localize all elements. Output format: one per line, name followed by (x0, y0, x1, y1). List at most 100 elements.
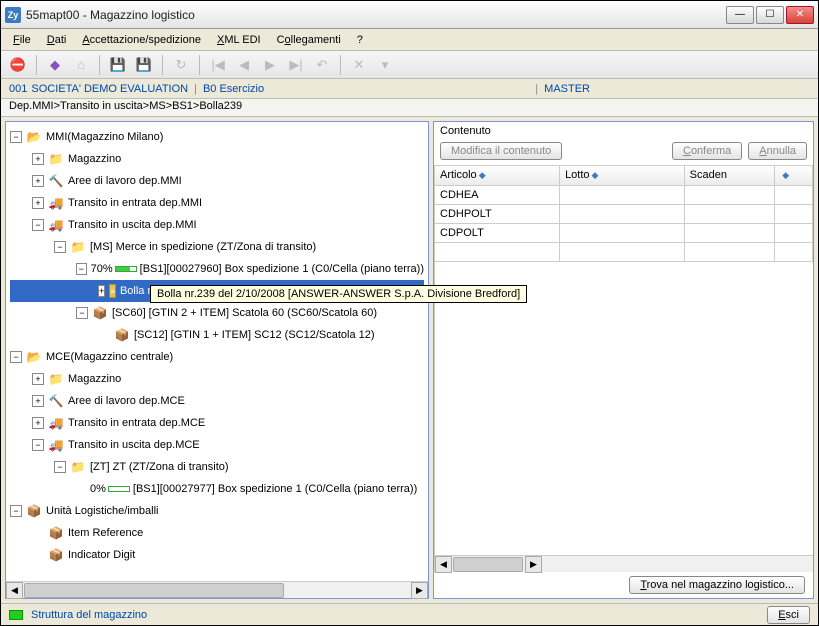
col-articolo[interactable]: Articolo◆ (435, 166, 560, 185)
col-scaden[interactable]: Scaden (684, 166, 775, 185)
content-grid[interactable]: Articolo◆ Lotto◆ Scaden ◆ CDHEA CDHPOLT … (434, 165, 813, 572)
window-title: 55mapt00 - Magazzino logistico (26, 8, 726, 22)
confirm-button[interactable]: Conferma (672, 142, 742, 160)
doc-icon: ≡ (109, 284, 116, 298)
scroll-left-icon[interactable]: ◀ (6, 582, 23, 599)
sort-icon: ◆ (592, 170, 599, 180)
minimize-button[interactable]: ― (726, 6, 754, 24)
status-icon (9, 610, 23, 620)
package-icon: 📦 (26, 503, 42, 519)
menu-accettazione[interactable]: Accettazione/spedizione (76, 32, 207, 48)
tool-icon-1[interactable]: ⌂ (70, 54, 92, 76)
scroll-thumb[interactable] (24, 583, 284, 598)
tree-node[interactable]: Indicator Digit (68, 549, 135, 561)
tree-toggle[interactable]: − (76, 263, 87, 275)
tree-toggle[interactable]: − (10, 351, 22, 363)
col-lotto[interactable]: Lotto◆ (560, 166, 685, 185)
tree-toggle[interactable]: + (32, 395, 44, 407)
tree-node[interactable]: Magazzino (68, 373, 121, 385)
table-row[interactable]: CDPOLT (435, 223, 813, 242)
tree-node[interactable]: Transito in uscita dep.MMI (68, 219, 197, 231)
next-icon[interactable]: ▶ (259, 54, 281, 76)
tree-node[interactable]: Transito in entrata dep.MCE (68, 417, 205, 429)
grid-hscroll[interactable]: ◀ ▶ (435, 555, 813, 572)
tree-toggle[interactable]: + (98, 285, 105, 297)
info-master: MASTER (544, 83, 590, 95)
save-icon[interactable]: 💾 (107, 54, 129, 76)
tree-toggle[interactable]: − (76, 307, 88, 319)
progress-badge: 0% (90, 483, 130, 495)
first-icon[interactable]: |◀ (207, 54, 229, 76)
scroll-right-icon[interactable]: ▶ (525, 556, 542, 573)
tree-node[interactable]: [BS1][00027960] Box spedizione 1 (C0/Cel… (140, 263, 424, 275)
close-button[interactable]: ✕ (786, 6, 814, 24)
toolbar: ⛔ ◆ ⌂ 💾 💾 ↻ |◀ ◀ ▶ ▶| ↶ ✕ ▾ (1, 51, 818, 79)
tree-node[interactable]: [SC12] [GTIN 1 + ITEM] SC12 (SC12/Scatol… (134, 329, 375, 341)
tree-node[interactable]: [SC60] [GTIN 2 + ITEM] Scatola 60 (SC60/… (112, 307, 377, 319)
tree-node[interactable]: Transito in entrata dep.MMI (68, 197, 202, 209)
progress-badge: 70% (91, 263, 137, 275)
tree-toggle[interactable]: + (32, 197, 44, 209)
col-extra[interactable]: ◆ (775, 166, 813, 185)
refresh-icon[interactable]: ↻ (170, 54, 192, 76)
folder-open-icon: 📂 (26, 349, 42, 365)
maximize-button[interactable]: ☐ (756, 6, 784, 24)
tree-tooltip: Bolla nr.239 del 2/10/2008 [ANSWER-ANSWE… (150, 285, 527, 303)
tree-toggle[interactable]: + (32, 417, 44, 429)
info-company: SOCIETA' DEMO EVALUATION (31, 83, 188, 95)
modify-content-button[interactable]: Modifica il contenuto (440, 142, 562, 160)
package-icon: 📦 (48, 525, 64, 541)
tree-toggle[interactable]: + (32, 175, 44, 187)
hammer-icon: 🔨 (48, 393, 64, 409)
menu-xml-edi[interactable]: XML EDI (211, 32, 267, 48)
last-icon[interactable]: ▶| (285, 54, 307, 76)
tree-toggle[interactable]: − (10, 131, 22, 143)
find-warehouse-button[interactable]: Trova nel magazzino logistico... (629, 576, 805, 594)
delete-icon[interactable]: ✕ (348, 54, 370, 76)
scroll-left-icon[interactable]: ◀ (435, 556, 452, 573)
scroll-thumb[interactable] (453, 557, 523, 572)
tree-node[interactable]: [BS1][00027977] Box spedizione 1 (C0/Cel… (133, 483, 417, 495)
saveas-icon[interactable]: 💾 (133, 54, 155, 76)
table-row[interactable]: CDHEA (435, 185, 813, 204)
menu-help[interactable]: ? (351, 32, 369, 48)
book-icon[interactable]: ◆ (44, 54, 66, 76)
infobar: 001 SOCIETA' DEMO EVALUATION | B0 Eserci… (1, 79, 818, 99)
prev-icon[interactable]: ◀ (233, 54, 255, 76)
menu-collegamenti[interactable]: Collegamenti (271, 32, 347, 48)
folder-icon: 📁 (70, 459, 86, 475)
sort-icon: ◆ (479, 170, 486, 180)
tree-hscroll[interactable]: ◀ ▶ (6, 581, 428, 598)
tree-toggle[interactable]: + (32, 373, 44, 385)
hammer-icon: 🔨 (48, 173, 64, 189)
breadcrumb: Dep.MMI>Transito in uscita>MS>BS1>Bolla2… (1, 99, 818, 117)
tree-node[interactable]: MMI(Magazzino Milano) (46, 131, 163, 143)
tree-toggle[interactable]: − (32, 219, 44, 231)
tree-node[interactable]: [ZT] ZT (ZT/Zona di transito) (90, 461, 229, 473)
tree-toggle[interactable]: + (32, 153, 44, 165)
truck-out-icon: 🚚 (48, 217, 64, 233)
tree-node[interactable]: MCE(Magazzino centrale) (46, 351, 173, 363)
exit-button[interactable]: Esci (767, 606, 810, 624)
scroll-right-icon[interactable]: ▶ (411, 582, 428, 599)
tree-toggle[interactable]: − (54, 241, 66, 253)
tree-node[interactable]: Unità Logistiche/imballi (46, 505, 159, 517)
menu-file[interactable]: File (7, 32, 37, 48)
tree-toggle[interactable]: − (32, 439, 44, 451)
dropdown-icon[interactable]: ▾ (374, 54, 396, 76)
menu-dati[interactable]: Dati (41, 32, 73, 48)
tree-node[interactable]: Transito in uscita dep.MCE (68, 439, 200, 451)
table-row[interactable]: CDHPOLT (435, 204, 813, 223)
tree-toggle[interactable]: − (54, 461, 66, 473)
tree-toggle[interactable]: − (10, 505, 22, 517)
cancel-button[interactable]: Annulla (748, 142, 807, 160)
tree-panel: −📂MMI(Magazzino Milano) +📁Magazzino +🔨Ar… (5, 121, 429, 599)
tree-node[interactable]: [MS] Merce in spedizione (ZT/Zona di tra… (90, 241, 316, 253)
undo-icon[interactable]: ↶ (311, 54, 333, 76)
tree-node[interactable]: Magazzino (68, 153, 121, 165)
stop-icon[interactable]: ⛔ (7, 54, 29, 76)
tree-node[interactable]: Item Reference (68, 527, 143, 539)
tree-node[interactable]: Aree di lavoro dep.MMI (68, 175, 182, 187)
tree[interactable]: −📂MMI(Magazzino Milano) +📁Magazzino +🔨Ar… (6, 122, 428, 581)
tree-node[interactable]: Aree di lavoro dep.MCE (68, 395, 185, 407)
